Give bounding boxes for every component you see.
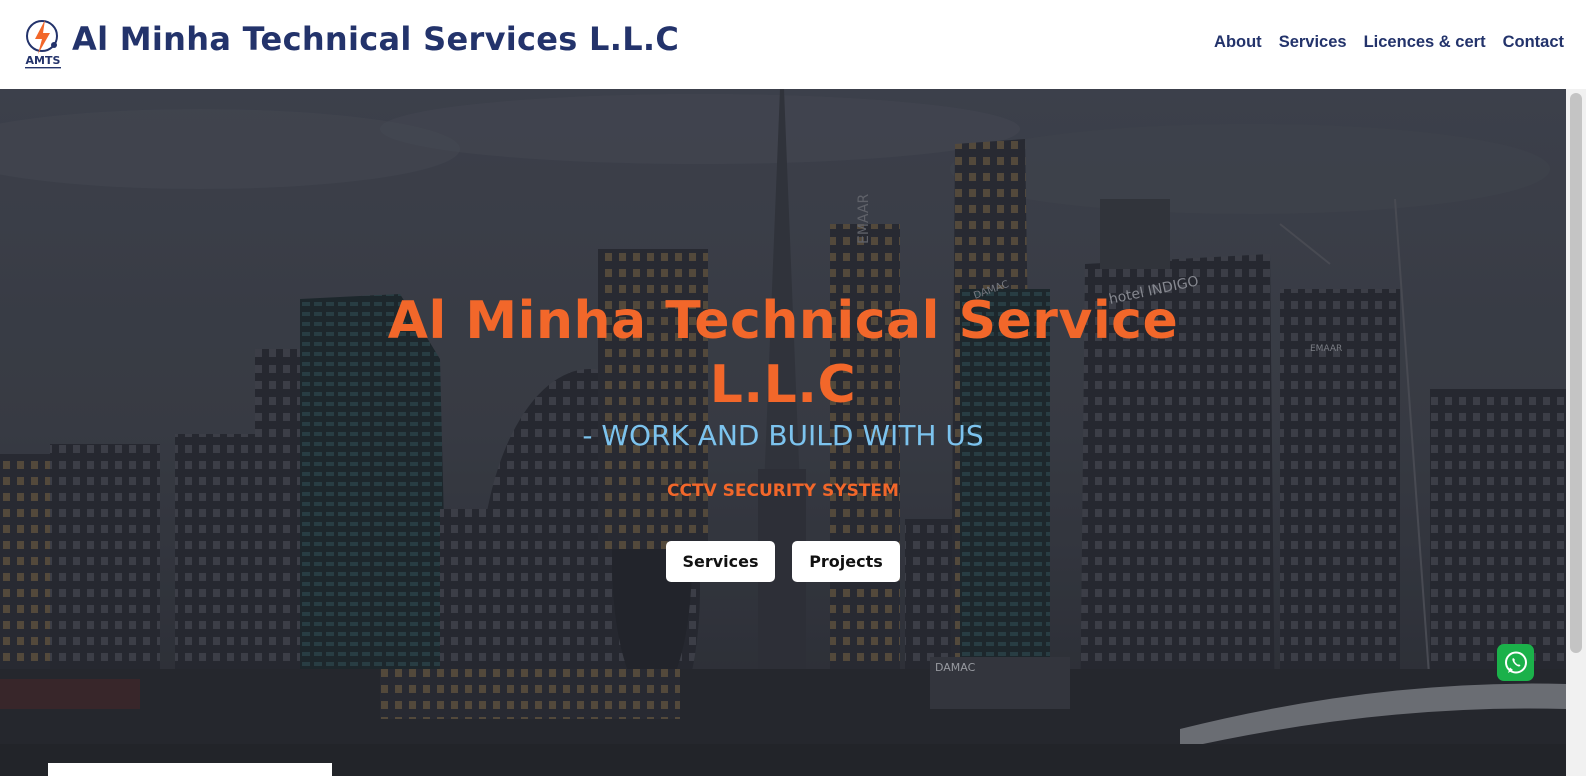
nav-link-about[interactable]: About [1214, 33, 1262, 52]
site-header: AMTS Al Minha Technical Services L.L.C A… [0, 0, 1586, 89]
hero-content: Al Minha Technical Service L.L.C - WORK … [0, 89, 1566, 776]
hero-title: Al Minha Technical Service L.L.C [387, 291, 1179, 415]
whatsapp-button[interactable] [1497, 644, 1534, 681]
nav-link-licences[interactable]: Licences & cert [1364, 33, 1486, 52]
projects-button[interactable]: Projects [792, 541, 900, 582]
services-button[interactable]: Services [666, 541, 775, 582]
nav-link-services[interactable]: Services [1279, 33, 1347, 52]
lightning-bolt-logo-icon: AMTS [25, 20, 61, 69]
hero-tagline: - WORK AND BUILD WITH US [582, 419, 984, 452]
site-logo[interactable]: AMTS [22, 14, 64, 72]
main-nav: About Services Licences & cert Contact [1214, 33, 1564, 52]
logo-text: AMTS [26, 54, 61, 67]
brand-title[interactable]: Al Minha Technical Services L.L.C [72, 20, 679, 58]
scrollbar-thumb[interactable] [1570, 93, 1582, 653]
bottom-strip [48, 763, 332, 776]
nav-link-contact[interactable]: Contact [1503, 33, 1564, 52]
whatsapp-icon [1504, 651, 1527, 673]
hero-section: EMAAR DAMAC hotel INDIGO EMAAR DAMAC Al … [0, 89, 1566, 776]
page-scrollbar[interactable] [1566, 89, 1586, 776]
hero-service-text: CCTV SECURITY SYSTEM [667, 481, 899, 501]
